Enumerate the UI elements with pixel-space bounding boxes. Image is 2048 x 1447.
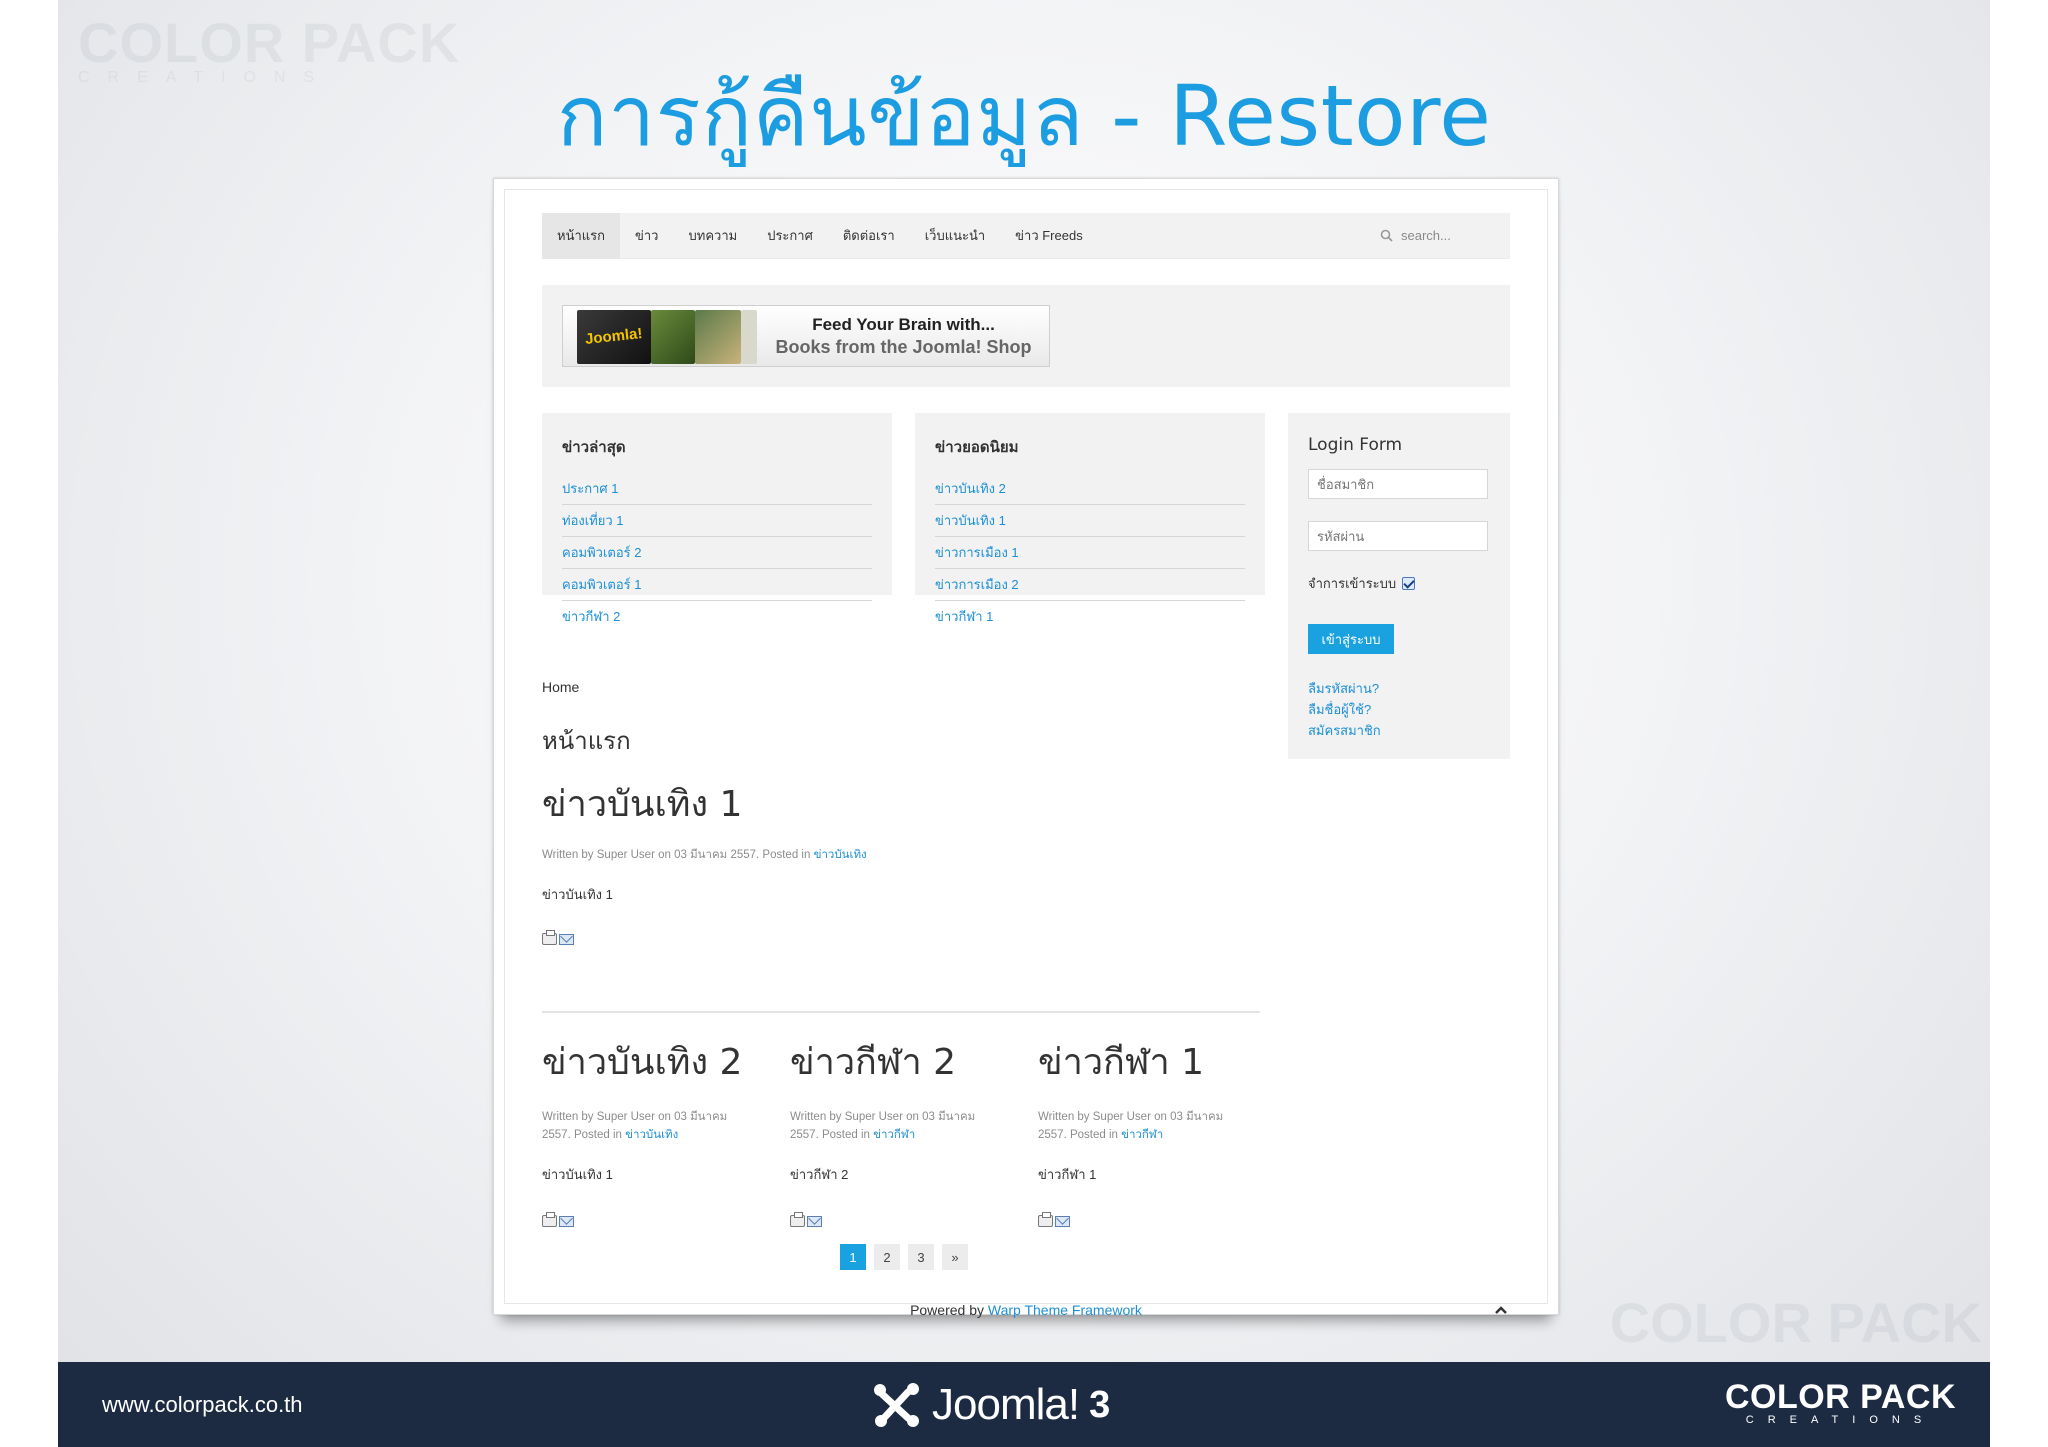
page-2-button[interactable]: 2 [874,1244,900,1270]
popular-news-title: ข่าวยอดนิยม [935,438,1019,456]
popular-news-link[interactable]: ข่าวบันเทิง 2 [935,473,1245,505]
website-screenshot-frame: หน้าแรก ข่าว บทความ ประกาศ ติดต่อเรา เว็… [493,178,1559,1318]
article-category-link[interactable]: ข่าวกีฬา [1121,1129,1163,1141]
latest-news-link[interactable]: คอมพิวเตอร์ 2 [562,537,872,569]
popular-news-link[interactable]: ข่าวกีฬา 1 [935,601,1245,633]
joomla-icon [874,1383,919,1427]
register-link[interactable]: สมัครสมาชิก [1308,720,1490,741]
website-url: www.colorpack.co.th [102,1392,303,1417]
remember-me-checkbox[interactable] [1402,577,1416,590]
article-column: ข่าวกีฬา 2 Written by Super User on 03 ม… [790,1033,1010,1227]
article-meta: Written by Super User on 03 มีนาคม 2557.… [790,1111,976,1141]
article-category-link[interactable]: ข่าวกีฬา [873,1129,915,1141]
print-icon[interactable] [542,1212,557,1227]
search-icon [1380,229,1393,242]
article-category-link[interactable]: ข่าวบันเทิง [814,849,867,861]
forgot-password-link[interactable]: ลืมรหัสผ่าน? [1308,678,1490,699]
next-page-button[interactable]: » [942,1244,968,1270]
print-icon[interactable] [790,1212,805,1227]
book-covers-image: Joomla! [563,306,758,366]
latest-news-title: ข่าวล่าสุด [562,438,626,456]
email-icon[interactable] [559,1216,574,1227]
email-icon[interactable] [807,1216,822,1227]
joomla-shop-banner[interactable]: Joomla! Feed Your Brain with... Books fr… [562,305,1050,367]
slide: COLOR PACK CREATIONS COLOR PACK การกู้คื… [58,0,1990,1447]
popular-news-link[interactable]: ข่าวบันเทิง 1 [935,505,1245,537]
article-body: ข่าวบันเทิง 1 [542,1167,613,1182]
article-title[interactable]: ข่าวกีฬา 2 [790,1033,1010,1090]
article-title[interactable]: ข่าวกีฬา 1 [1038,1033,1258,1090]
email-icon[interactable] [559,934,574,945]
login-form-module: Login Form จำการเข้าระบบ เข้าสู่ระบบ ลืม… [1288,413,1510,759]
article-meta: Written by Super User on 03 มีนาคม 2557.… [1038,1111,1224,1141]
latest-news-module: ข่าวล่าสุด ประกาศ 1 ท่องเที่ยว 1 คอมพิวเ… [542,413,892,624]
print-icon[interactable] [542,930,557,945]
page-1-button[interactable]: 1 [840,1244,866,1270]
search-input[interactable]: search... [1401,228,1451,243]
watermark-bottom-right: COLOR PACK [1609,1291,1982,1354]
forgot-username-link[interactable]: ลืมชื่อผู้ใช้? [1308,699,1490,720]
latest-news-link[interactable]: คอมพิวเตอร์ 1 [562,569,872,601]
article-category-link[interactable]: ข่าวบันเทิง [625,1129,678,1141]
lead-article: ข่าวบันเทิง 1 Written by Super User on 0… [542,775,1260,945]
article-meta: Written by Super User on 03 มีนาคม 2557.… [542,1111,728,1141]
latest-news-link[interactable]: ข่าวกีฬา 2 [562,601,872,633]
page-3-button[interactable]: 3 [908,1244,934,1270]
article-title[interactable]: ข่าวบันเทิง 1 [542,775,1260,832]
latest-news-link[interactable]: ท่องเที่ยว 1 [562,505,872,537]
footer-bar: www.colorpack.co.th Joomla! 3 COLOR PACK… [58,1362,1990,1447]
warp-framework-link[interactable]: Warp Theme Framework [988,1302,1142,1318]
nav-item-announcements[interactable]: ประกาศ [752,213,828,259]
site-footer: Powered by Warp Theme Framework [910,1302,1142,1318]
popular-news-link[interactable]: ข่าวการเมือง 1 [935,537,1245,569]
banner-subline: Books from the Joomla! Shop [775,336,1032,357]
search-box[interactable]: search... [1380,213,1510,259]
article-meta: Written by Super User on 03 มีนาคม 2557.… [542,849,867,861]
main-nav: หน้าแรก ข่าว บทความ ประกาศ ติดต่อเรา เว็… [542,212,1510,259]
article-body: ข่าวกีฬา 2 [790,1167,849,1182]
remember-me[interactable]: จำการเข้าระบบ [1308,573,1490,594]
joomla-logo: Joomla! 3 [872,1380,1110,1430]
article-body: ข่าวกีฬา 1 [1038,1167,1097,1182]
username-field[interactable] [1308,469,1488,499]
nav-item-news-feeds[interactable]: ข่าว Freeds [1000,213,1098,259]
banner-headline: Feed Your Brain with... [812,314,995,334]
nav-item-contact[interactable]: ติดต่อเรา [828,213,910,259]
email-icon[interactable] [1055,1216,1070,1227]
article-column: ข่าวกีฬา 1 Written by Super User on 03 ม… [1038,1033,1258,1227]
divider [542,1011,1260,1013]
nav-item-home[interactable]: หน้าแรก [542,212,620,259]
article-title[interactable]: ข่าวบันเทิง 2 [542,1033,762,1090]
password-field[interactable] [1308,521,1488,551]
back-to-top-icon[interactable] [1494,1302,1508,1320]
nav-item-news[interactable]: ข่าว [620,213,674,259]
latest-news-link[interactable]: ประกาศ 1 [562,473,872,505]
banner-area: Joomla! Feed Your Brain with... Books fr… [542,285,1510,387]
article-body: ข่าวบันเทิง 1 [542,887,613,902]
login-button[interactable]: เข้าสู่ระบบ [1308,624,1394,654]
nav-item-articles[interactable]: บทความ [674,213,753,259]
page-title: หน้าแรก [542,727,631,755]
slide-title: การกู้คืนข้อมูล - Restore [556,67,1492,165]
colorpack-logo: COLOR PACK CREATIONS [1724,1378,1956,1426]
pagination: 1 2 3 » [840,1244,968,1270]
nav-item-web-links[interactable]: เว็บแนะนำ [910,213,1000,259]
login-form-title: Login Form [1308,435,1403,455]
popular-news-module: ข่าวยอดนิยม ข่าวบันเทิง 2 ข่าวบันเทิง 1 … [915,413,1265,624]
print-icon[interactable] [1038,1212,1053,1227]
popular-news-link[interactable]: ข่าวการเมือง 2 [935,569,1245,601]
breadcrumb[interactable]: Home [542,679,579,695]
article-column: ข่าวบันเทิง 2 Written by Super User on 0… [542,1033,762,1227]
